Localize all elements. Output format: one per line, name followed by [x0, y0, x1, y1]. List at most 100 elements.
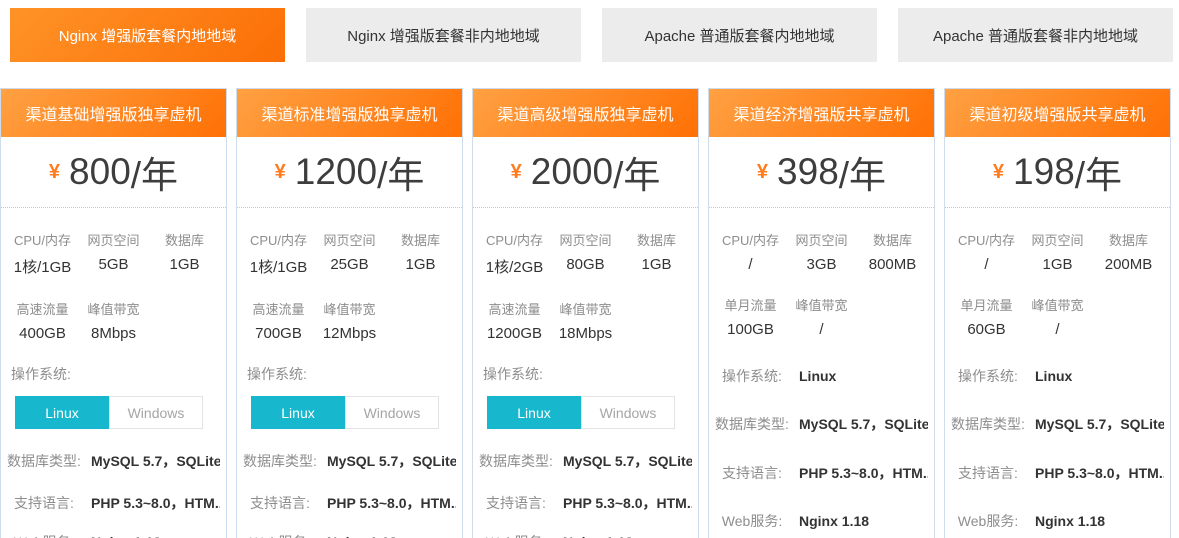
web-service-value: Nginx 1.18	[91, 532, 161, 538]
tab-nginx-mainland[interactable]: Nginx 增强版套餐内地地域	[10, 8, 285, 62]
plan-title: 渠道初级增强版共享虚机	[945, 89, 1170, 137]
plan-tabbar: Nginx 增强版套餐内地地域 Nginx 增强版套餐非内地地域 Apache …	[10, 8, 1179, 62]
spec-value: 80GB	[550, 256, 621, 277]
db-type-value: MySQL 5.7，SQLite	[327, 451, 456, 471]
spec-value: /	[951, 256, 1022, 273]
spec-label: CPU/内存	[243, 230, 314, 249]
os-section: 操作系统: Linux Windows	[237, 342, 462, 429]
lang-value: PHP 5.3~8.0，HTM...	[799, 463, 928, 483]
spec-label: 网页空间	[786, 230, 857, 249]
lang-value: PHP 5.3~8.0，HTM...	[91, 493, 220, 513]
web-service-row: Web服务: Nginx 1.18	[945, 511, 1170, 531]
spec-label: 单月流量	[951, 295, 1022, 314]
os-linux-button[interactable]: Linux	[15, 396, 109, 429]
db-type-row: 数据库类型: MySQL 5.7，SQLite	[473, 451, 698, 471]
spec-value: 700GB	[243, 325, 314, 342]
spec-value: 100GB	[715, 321, 786, 338]
tab-apache-non-mainland[interactable]: Apache 普通版套餐非内地地域	[898, 8, 1173, 62]
lang-row: 支持语言: PHP 5.3~8.0，HTM...	[1, 493, 226, 513]
plan-price: ¥ 1200 /年	[237, 137, 462, 208]
tab-nginx-non-mainland[interactable]: Nginx 增强版套餐非内地地域	[306, 8, 581, 62]
currency-symbol: ¥	[49, 161, 60, 184]
price-unit: /年	[131, 145, 178, 199]
spec-label: CPU/内存	[479, 230, 550, 249]
plan-card-basic: 渠道基础增强版独享虚机 ¥ 800 /年 CPU/内存 网页空间 数据库 1核/…	[0, 88, 227, 538]
db-type-value: MySQL 5.7，SQLite	[91, 451, 220, 471]
web-service-value: Nginx 1.18	[327, 532, 397, 538]
db-type-row: 数据库类型: MySQL 5.7，SQLite	[709, 414, 934, 434]
spec-label: 网页空间	[1022, 230, 1093, 249]
lang-row: 支持语言: PHP 5.3~8.0，HTM...	[709, 463, 934, 483]
spec-label: 峰值带宽	[786, 295, 857, 314]
spec-label: 高速流量	[243, 299, 314, 318]
spec-label: 单月流量	[715, 295, 786, 314]
lang-label: 支持语言:	[951, 463, 1025, 483]
spec-value: 200MB	[1093, 256, 1164, 273]
web-service-value: Nginx 1.18	[563, 532, 633, 538]
spec-grid: CPU/内存 网页空间 数据库 1核/1GB 5GB 1GB 高速流量 峰值带宽…	[1, 208, 226, 342]
db-type-value: MySQL 5.7，SQLite	[1035, 414, 1164, 434]
spec-grid: CPU/内存 网页空间 数据库 1核/1GB 25GB 1GB 高速流量 峰值带…	[237, 208, 462, 342]
web-service-row: Web服务: Nginx 1.18	[709, 511, 934, 531]
currency-symbol: ¥	[993, 161, 1004, 184]
spec-label: CPU/内存	[715, 230, 786, 249]
currency-symbol: ¥	[757, 161, 768, 184]
spec-label: 数据库	[1093, 230, 1164, 249]
db-type-label: 数据库类型:	[479, 451, 553, 471]
spec-label: 数据库	[621, 230, 692, 249]
spec-value: 25GB	[314, 256, 385, 277]
spec-label: 峰值带宽	[550, 299, 621, 318]
spec-value: 1核/1GB	[243, 256, 314, 277]
plan-card-standard: 渠道标准增强版独享虚机 ¥ 1200 /年 CPU/内存 网页空间 数据库 1核…	[236, 88, 463, 538]
os-label: 操作系统:	[951, 366, 1025, 386]
os-toggle: Linux Windows	[15, 396, 216, 429]
db-type-row: 数据库类型: MySQL 5.7，SQLite	[237, 451, 462, 471]
spec-value: /	[1022, 321, 1093, 338]
db-type-label: 数据库类型:	[951, 414, 1025, 434]
spec-value: 1GB	[1022, 256, 1093, 273]
spec-label: 数据库	[857, 230, 928, 249]
spec-label: 峰值带宽	[314, 299, 385, 318]
spec-value: 3GB	[786, 256, 857, 273]
os-windows-button[interactable]: Windows	[109, 396, 203, 429]
currency-symbol: ¥	[275, 161, 286, 184]
os-row: 操作系统: Linux	[945, 366, 1170, 386]
os-windows-button[interactable]: Windows	[345, 396, 439, 429]
spec-value: /	[715, 256, 786, 273]
db-type-row: 数据库类型: MySQL 5.7，SQLite	[1, 451, 226, 471]
os-windows-button[interactable]: Windows	[581, 396, 675, 429]
spec-value: 8Mbps	[78, 325, 149, 342]
os-linux-button[interactable]: Linux	[251, 396, 345, 429]
os-section: 操作系统: Linux Windows	[1, 342, 226, 429]
plan-title: 渠道基础增强版独享虚机	[1, 89, 226, 137]
plan-cards: 渠道基础增强版独享虚机 ¥ 800 /年 CPU/内存 网页空间 数据库 1核/…	[0, 88, 1179, 538]
db-type-value: MySQL 5.7，SQLite	[563, 451, 692, 471]
spec-grid: CPU/内存 网页空间 数据库 / 1GB 200MB 单月流量 峰值带宽 60…	[945, 208, 1170, 338]
spec-value: 1GB	[621, 256, 692, 277]
lang-row: 支持语言: PHP 5.3~8.0，HTM...	[237, 493, 462, 513]
price-amount: 1200	[295, 151, 377, 193]
spec-value: 1GB	[385, 256, 456, 277]
plan-card-advanced: 渠道高级增强版独享虚机 ¥ 2000 /年 CPU/内存 网页空间 数据库 1核…	[472, 88, 699, 538]
spec-value: 60GB	[951, 321, 1022, 338]
os-value: Linux	[799, 366, 836, 386]
spec-label: 数据库	[149, 230, 220, 249]
plan-price: ¥ 198 /年	[945, 137, 1170, 208]
currency-symbol: ¥	[511, 161, 522, 184]
db-type-label: 数据库类型:	[7, 451, 81, 471]
os-linux-button[interactable]: Linux	[487, 396, 581, 429]
spec-label: CPU/内存	[951, 230, 1022, 249]
spec-value: 1200GB	[479, 325, 550, 342]
spec-grid: CPU/内存 网页空间 数据库 / 3GB 800MB 单月流量 峰值带宽 10…	[709, 208, 934, 338]
spec-value: 18Mbps	[550, 325, 621, 342]
tab-apache-mainland[interactable]: Apache 普通版套餐内地地域	[602, 8, 877, 62]
web-service-value: Nginx 1.18	[1035, 511, 1105, 531]
spec-label: 网页空间	[314, 230, 385, 249]
plan-price: ¥ 2000 /年	[473, 137, 698, 208]
spec-value: 12Mbps	[314, 325, 385, 342]
plan-title: 渠道高级增强版独享虚机	[473, 89, 698, 137]
web-service-label: Web服务:	[951, 511, 1025, 531]
spec-label: 高速流量	[7, 299, 78, 318]
db-type-label: 数据库类型:	[243, 451, 317, 471]
spec-value: 1核/1GB	[7, 256, 78, 277]
